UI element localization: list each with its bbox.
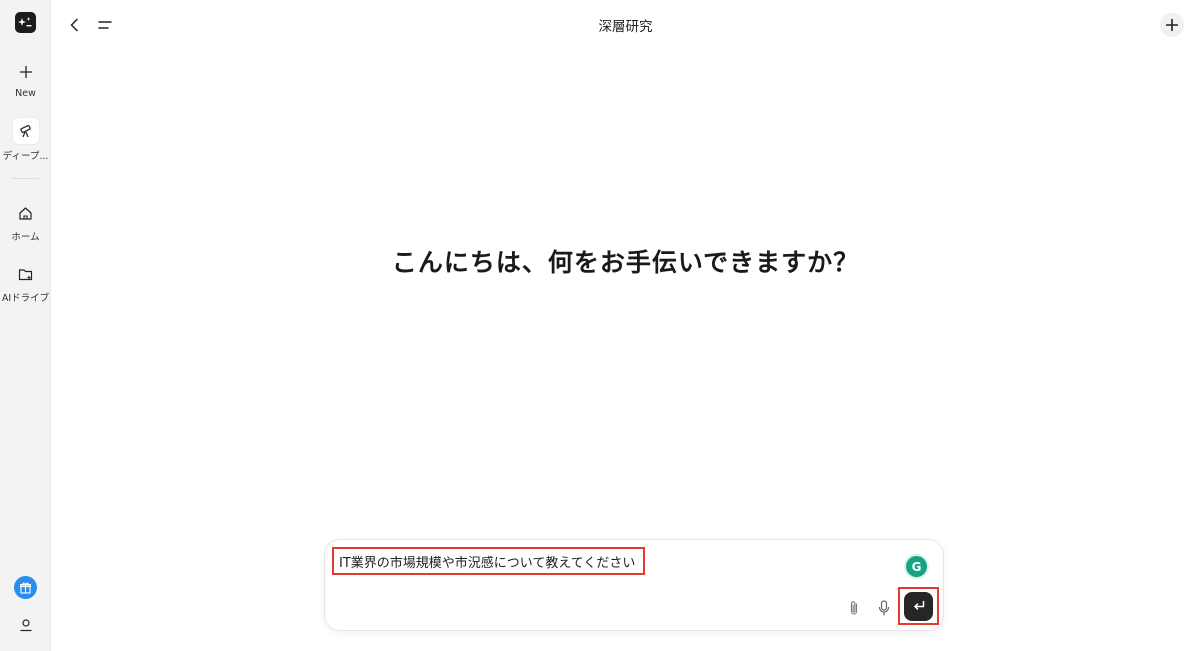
folder-icon xyxy=(14,262,38,286)
user-icon[interactable] xyxy=(15,614,37,636)
plus-icon xyxy=(1165,18,1179,32)
sidebar-item-label: New xyxy=(15,88,36,99)
sidebar-item-deep-research[interactable]: ディープ... xyxy=(0,118,51,162)
grammarly-icon[interactable]: G xyxy=(906,556,927,577)
telescope-icon xyxy=(12,118,39,144)
sidebar-item-label: AIドライブ xyxy=(1,293,50,304)
plus-icon xyxy=(14,60,38,84)
microphone-icon[interactable] xyxy=(873,597,895,619)
sidebar-divider xyxy=(12,178,39,179)
paperclip-icon[interactable] xyxy=(843,597,865,619)
greeting-heading: こんにちは、何をお手伝いできますか？ xyxy=(391,248,860,277)
enter-icon xyxy=(912,600,926,612)
page-title: 深層研究 xyxy=(598,19,653,35)
prompt-composer: G xyxy=(324,539,944,631)
sidebar-item-new[interactable]: New xyxy=(0,60,51,99)
send-button[interactable] xyxy=(904,591,933,621)
sidebar: New ディープ... ホーム AIドライブ xyxy=(0,0,51,651)
send-button-highlight xyxy=(898,587,939,625)
sidebar-item-ai-drive[interactable]: AIドライブ xyxy=(0,262,51,304)
sidebar-item-home[interactable]: ホーム xyxy=(0,201,51,243)
sidebar-item-label: ディープ... xyxy=(2,151,49,162)
prompt-input[interactable] xyxy=(332,547,645,575)
gift-icon[interactable] xyxy=(14,576,37,599)
new-chat-button[interactable] xyxy=(1160,13,1184,37)
app-window: New ディープ... ホーム AIドライブ 深層研究 こんにちは、何をお手伝い… xyxy=(0,0,1200,651)
sidebar-item-label: ホーム xyxy=(11,232,40,243)
home-icon xyxy=(14,201,38,225)
